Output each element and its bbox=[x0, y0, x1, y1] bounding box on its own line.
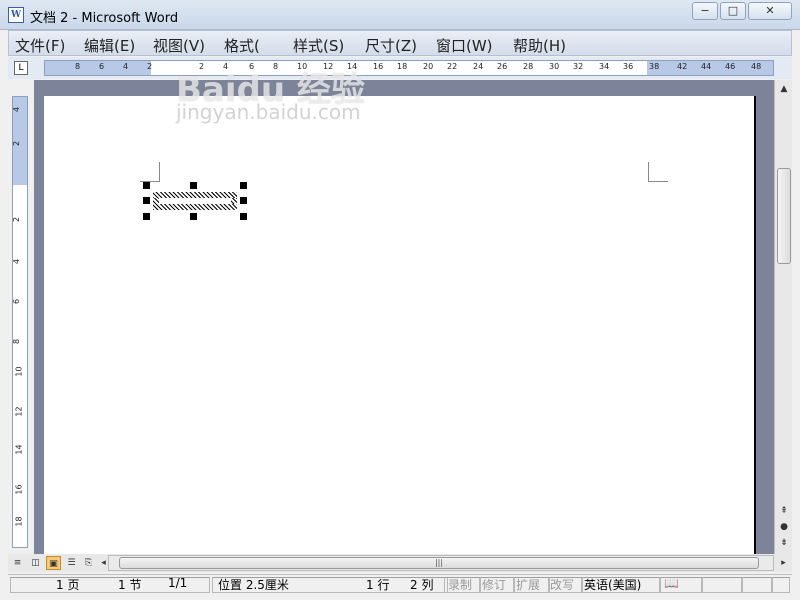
menu-help[interactable]: 帮助(H) bbox=[513, 35, 566, 56]
ruler-tick-label: 34 bbox=[599, 62, 610, 71]
status-empty-cell-1 bbox=[702, 577, 742, 593]
watermark-url: jingyan.baidu.com bbox=[176, 100, 361, 124]
menu-size[interactable]: 尺寸(Z) bbox=[365, 35, 417, 56]
vertical-ruler-tick-label: 2 bbox=[12, 140, 22, 147]
ruler-left-margin bbox=[45, 61, 151, 75]
status-column: 2 列 bbox=[410, 578, 434, 592]
ruler-row: L 8 6 4 2 2 4 6 8 10 12 14 16 18 20 22 24 26 28 30 32 34 36 38… bbox=[8, 57, 792, 79]
ruler-tick-label: 6 bbox=[99, 62, 105, 71]
resize-handle-n[interactable] bbox=[190, 182, 197, 189]
margin-corner-top-left bbox=[140, 162, 160, 182]
previous-page-icon[interactable]: ⇞ bbox=[778, 506, 790, 518]
ruler-tick-label: 44 bbox=[701, 62, 712, 71]
ruler-tick-label: 20 bbox=[423, 62, 434, 71]
vertical-ruler-tick-label: 2 bbox=[12, 216, 22, 223]
menu-file[interactable]: 文件(F) bbox=[15, 35, 65, 56]
resize-handle-sw[interactable] bbox=[143, 213, 150, 220]
view-and-scroll-row: ≡ ◫ ▣ ☰ ⎘ ◂ ||| ▸ bbox=[8, 554, 792, 572]
spelling-book-icon[interactable]: 📖 bbox=[664, 576, 679, 590]
vertical-scroll-thumb[interactable] bbox=[777, 168, 791, 264]
text-box-content[interactable] bbox=[159, 198, 231, 204]
select-browse-object-icon[interactable]: ● bbox=[778, 522, 790, 534]
resize-handle-e[interactable] bbox=[240, 197, 247, 204]
vertical-ruler-tick-label: 4 bbox=[12, 258, 22, 265]
ruler-tick-label: 26 bbox=[497, 62, 508, 71]
ruler-tick-label: 16 bbox=[373, 62, 384, 71]
menu-style[interactable]: 样式(S) bbox=[293, 35, 344, 56]
status-bar: 1 页 1 节 1/1 位置 2.5厘米 1 行 2 列 录制 修订 扩展 改写… bbox=[8, 574, 792, 594]
close-button[interactable]: ✕ bbox=[748, 2, 792, 20]
vertical-ruler-tick-label: 6 bbox=[12, 298, 22, 305]
vertical-ruler-tick-label: 18 bbox=[14, 516, 24, 527]
horizontal-ruler[interactable]: 8 6 4 2 2 4 6 8 10 12 14 16 18 20 22 24 26 28 30 32 34 36 38 42… bbox=[44, 60, 774, 76]
status-ovr[interactable]: 改写 bbox=[550, 576, 574, 593]
status-position: 位置 2.5厘米 bbox=[218, 578, 289, 592]
ruler-tick-label: 2 bbox=[147, 62, 153, 71]
ruler-tick-label: 4 bbox=[123, 62, 129, 71]
horizontal-scrollbar[interactable]: ||| bbox=[108, 555, 774, 571]
status-line: 1 行 bbox=[366, 578, 390, 592]
text-box[interactable] bbox=[143, 182, 247, 220]
ruler-tick-label: 36 bbox=[623, 62, 634, 71]
word-doc-icon[interactable]: W bbox=[8, 7, 24, 23]
vertical-ruler-tick-label: 12 bbox=[14, 406, 24, 417]
ruler-tick-label: 46 bbox=[725, 62, 736, 71]
resize-handle-nw[interactable] bbox=[143, 182, 150, 189]
document-area bbox=[34, 80, 774, 566]
status-section: 1 节 bbox=[118, 578, 142, 592]
menu-edit[interactable]: 编辑(E) bbox=[84, 35, 135, 56]
ruler-tick-label: 32 bbox=[573, 62, 584, 71]
web-layout-icon[interactable]: ◫ bbox=[28, 556, 43, 570]
vertical-ruler-tick-label: 16 bbox=[14, 484, 24, 495]
ruler-tick-label: 28 bbox=[523, 62, 534, 71]
menu-window[interactable]: 窗口(W) bbox=[436, 35, 493, 56]
ruler-tick-label: 38 bbox=[649, 62, 660, 71]
window-title: 文档 2 - Microsoft Word bbox=[30, 11, 179, 26]
vertical-ruler-tick-label: 4 bbox=[12, 106, 22, 113]
vertical-ruler-tick-label: 8 bbox=[12, 338, 22, 345]
status-empty-cell-3 bbox=[772, 577, 790, 593]
margin-corner-top-right bbox=[648, 162, 668, 182]
print-layout-icon[interactable]: ▣ bbox=[46, 556, 61, 570]
ruler-tick-label: 48 bbox=[751, 62, 762, 71]
vertical-ruler-tick-label: 14 bbox=[14, 444, 24, 455]
scroll-up-arrow-icon[interactable]: ▲ bbox=[777, 82, 791, 96]
menu-format[interactable]: 格式( bbox=[224, 35, 260, 56]
resize-handle-se[interactable] bbox=[240, 213, 247, 220]
status-trk[interactable]: 修订 bbox=[482, 576, 506, 593]
vertical-ruler-tick-label: 10 bbox=[14, 366, 24, 377]
ruler-tick-label: 22 bbox=[447, 62, 458, 71]
ruler-tick-label: 8 bbox=[75, 62, 81, 71]
status-page: 1 页 bbox=[56, 578, 80, 592]
minimize-button[interactable]: − bbox=[692, 2, 718, 20]
status-page-of: 1/1 bbox=[168, 576, 188, 590]
tab-selector[interactable]: L bbox=[14, 61, 28, 75]
normal-view-icon[interactable]: ≡ bbox=[10, 556, 25, 570]
resize-handle-s[interactable] bbox=[190, 213, 197, 220]
ruler-tick-label: 18 bbox=[397, 62, 408, 71]
horizontal-scroll-thumb[interactable]: ||| bbox=[119, 557, 759, 569]
reading-layout-icon[interactable]: ⎘ bbox=[81, 556, 96, 570]
resize-handle-w[interactable] bbox=[143, 197, 150, 204]
title-bar: W 文档 2 - Microsoft Word − □ ✕ bbox=[0, 0, 800, 30]
status-language[interactable]: 英语(美国) bbox=[584, 576, 641, 593]
status-empty-cell-2 bbox=[742, 577, 772, 593]
status-ext[interactable]: 扩展 bbox=[516, 576, 540, 593]
vertical-ruler[interactable]: 4 2 2 4 6 8 10 12 14 16 18 bbox=[12, 96, 28, 548]
ruler-tick-label: 24 bbox=[473, 62, 484, 71]
ruler-tick-label: 42 bbox=[677, 62, 688, 71]
status-rec[interactable]: 录制 bbox=[448, 576, 472, 593]
ruler-tick-label: 30 bbox=[549, 62, 560, 71]
menu-view[interactable]: 视图(V) bbox=[153, 35, 205, 56]
vertical-scrollbar[interactable]: ▲ ⇞ ● ⇟ bbox=[774, 80, 792, 554]
scroll-right-arrow-icon[interactable]: ▸ bbox=[776, 556, 791, 570]
menu-bar: 文件(F) 编辑(E) 视图(V) 格式( 样式(S) 尺寸(Z) 窗口(W) … bbox=[8, 30, 792, 56]
outline-view-icon[interactable]: ☰ bbox=[64, 556, 79, 570]
document-page[interactable] bbox=[44, 96, 756, 566]
next-page-icon[interactable]: ⇟ bbox=[778, 538, 790, 550]
resize-handle-ne[interactable] bbox=[240, 182, 247, 189]
maximize-button[interactable]: □ bbox=[720, 2, 746, 20]
